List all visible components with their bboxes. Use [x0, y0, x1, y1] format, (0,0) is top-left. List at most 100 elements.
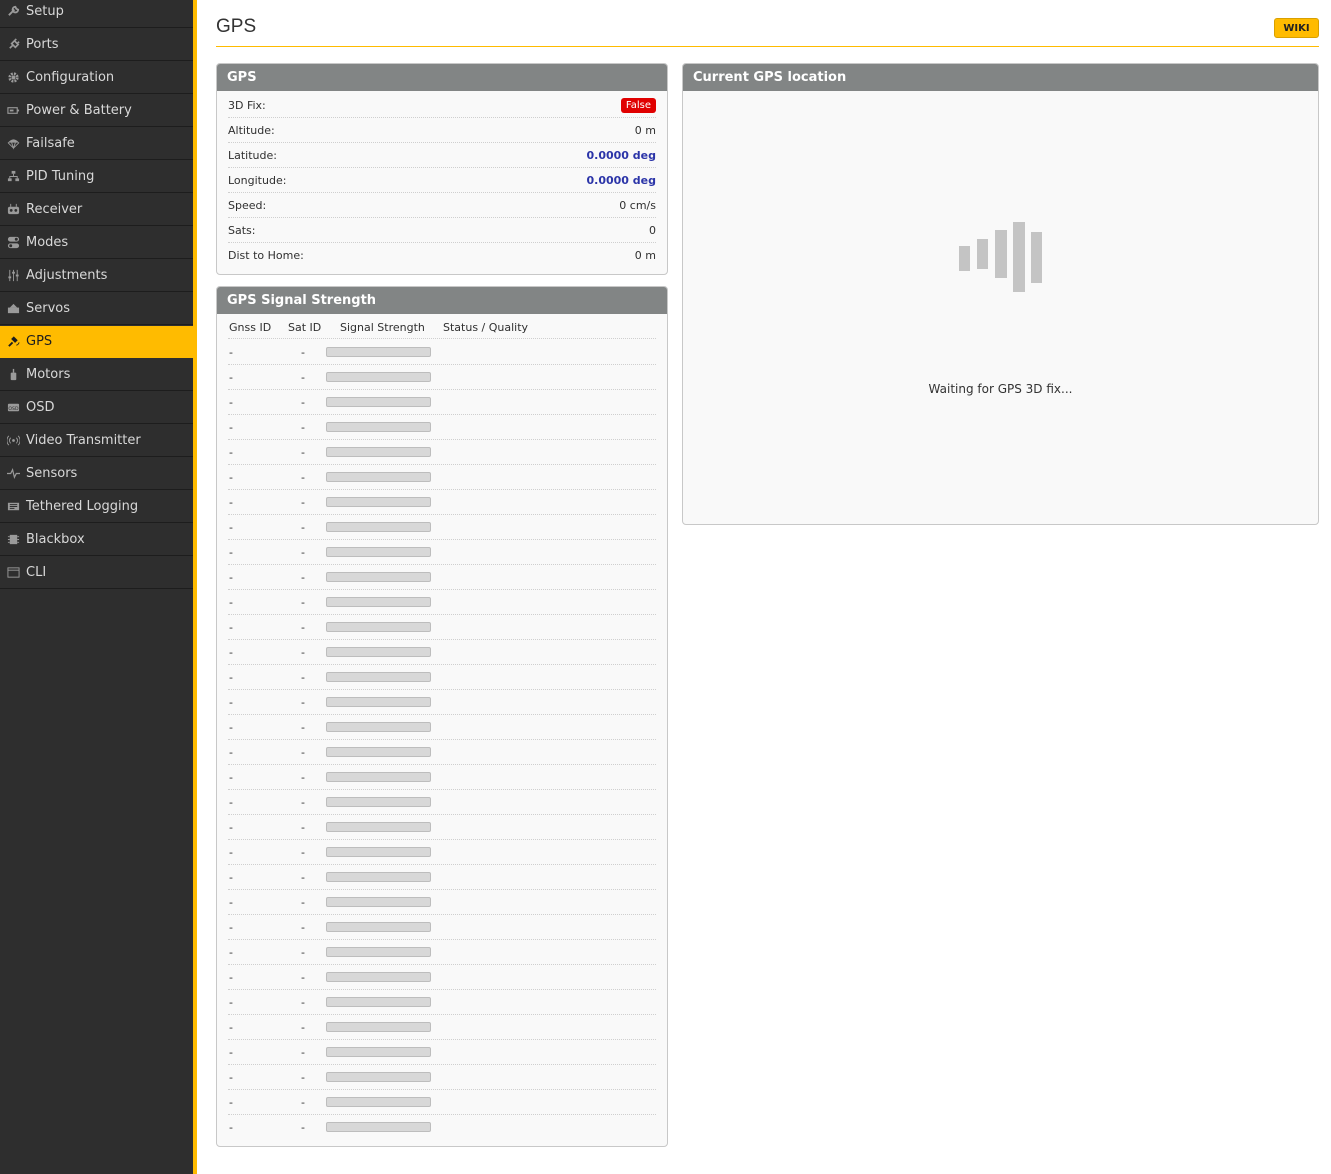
sidebar-item-video-transmitter[interactable]: Video Transmitter [0, 425, 193, 457]
gps-info-value: 0 m [634, 249, 656, 262]
gnss-id-cell: - [229, 846, 233, 859]
signal-panel-title: GPS Signal Strength [217, 287, 667, 314]
sidebar-item-ports[interactable]: Ports [0, 29, 193, 61]
gnss-id-cell: - [229, 971, 233, 984]
gps-info-panel: GPS 3D Fix: False Altitude: 0 m Latitude: 0.0… [216, 63, 668, 275]
gnss-id-cell: - [229, 471, 233, 484]
sidebar-item-servos[interactable]: Servos [0, 293, 193, 325]
sat-id-cell: - [301, 496, 305, 509]
signal-strength-bar [326, 797, 431, 807]
column-status-quality: Status / Quality [443, 321, 529, 334]
sidebar-item-failsafe[interactable]: Failsafe [0, 128, 193, 160]
signal-strength-bar [326, 972, 431, 982]
gps-info-label: Speed: [228, 198, 267, 212]
gps-info-label: 3D Fix: [228, 98, 266, 112]
gnss-id-cell: - [229, 446, 233, 459]
sat-id-cell: - [301, 671, 305, 684]
signal-strength-bar [326, 647, 431, 657]
motor-icon [6, 368, 20, 382]
svg-text:OSD: OSD [8, 406, 19, 412]
gnss-id-cell: - [229, 521, 233, 534]
sat-id-cell: - [301, 996, 305, 1009]
gps-info-label: Altitude: [228, 123, 275, 137]
sidebar-item-motors[interactable]: Motors [0, 359, 193, 391]
sat-id-cell: - [301, 421, 305, 434]
signal-table-row: -- [228, 1090, 656, 1115]
signal-strength-bar [326, 472, 431, 482]
sidebar-item-pid-tuning[interactable]: PID Tuning [0, 161, 193, 193]
sidebar-item-modes[interactable]: Modes [0, 227, 193, 259]
sidebar-item-label: GPS [26, 334, 53, 349]
gps-info-value: 0 cm/s [619, 198, 656, 212]
broadcast-icon [6, 434, 20, 448]
sidebar-item-power-battery[interactable]: Power & Battery [0, 95, 193, 127]
sidebar-item-label: Blackbox [26, 532, 85, 547]
gnss-id-cell: - [229, 896, 233, 909]
sat-id-cell: - [301, 571, 305, 584]
sat-id-cell: - [301, 896, 305, 909]
sidebar-item-label: Motors [26, 367, 71, 382]
sidebar-item-label: OSD [26, 400, 55, 415]
sidebar-item-receiver[interactable]: Receiver [0, 194, 193, 226]
satellite-icon [6, 335, 20, 349]
gnss-id-cell: - [229, 696, 233, 709]
sat-id-cell: - [301, 546, 305, 559]
signal-table-row: -- [228, 765, 656, 790]
signal-table-row: -- [228, 790, 656, 815]
sidebar-item-cli[interactable]: CLI [0, 557, 193, 589]
signal-strength-bar [326, 697, 431, 707]
servo-icon [6, 302, 20, 316]
signal-strength-bar [326, 822, 431, 832]
sat-id-cell: - [301, 946, 305, 959]
signal-table-row: -- [228, 340, 656, 365]
logging-icon [6, 500, 20, 514]
signal-strength-bar [326, 572, 431, 582]
sidebar-item-label: Tethered Logging [26, 499, 139, 514]
sidebar-item-tethered-logging[interactable]: Tethered Logging [0, 491, 193, 523]
signal-strength-bar [326, 747, 431, 757]
sidebar-item-adjustments[interactable]: Adjustments [0, 260, 193, 292]
signal-table-row: -- [228, 590, 656, 615]
gps-info-value: 0.0000 deg [586, 173, 657, 187]
gps-signal-strength-panel: GPS Signal Strength Gnss ID Sat ID Signa… [216, 286, 668, 1147]
signal-strength-bar [326, 1122, 431, 1132]
sidebar-item-configuration[interactable]: Configuration [0, 62, 193, 94]
parachute-icon [6, 137, 20, 151]
signal-strength-bar [326, 522, 431, 532]
sliders-icon [6, 269, 20, 283]
gps-info-value: 0.0000 deg [586, 148, 657, 162]
signal-table-row: -- [228, 490, 656, 515]
sat-id-cell: - [301, 721, 305, 734]
gps-info-row: Sats: 0 [228, 218, 656, 243]
sidebar-item-sensors[interactable]: Sensors [0, 458, 193, 490]
sidebar-item-blackbox[interactable]: Blackbox [0, 524, 193, 556]
signal-table-row: -- [228, 640, 656, 665]
signal-strength-bar [326, 872, 431, 882]
sat-id-cell: - [301, 521, 305, 534]
signal-table-row: -- [228, 615, 656, 640]
wrench-icon [6, 5, 20, 19]
sidebar-item-label: Setup [26, 4, 64, 19]
signal-strength-bar [326, 347, 431, 357]
gnss-id-cell: - [229, 1096, 233, 1109]
sidebar-item-label: Configuration [26, 70, 115, 85]
gnss-id-cell: - [229, 621, 233, 634]
sat-id-cell: - [301, 446, 305, 459]
sat-id-cell: - [301, 846, 305, 859]
sidebar-item-gps[interactable]: GPS [0, 326, 193, 358]
signal-table-row: -- [228, 740, 656, 765]
toggle-icon [6, 236, 20, 250]
sidebar-item-label: Failsafe [26, 136, 75, 151]
gps-info-label: Sats: [228, 223, 256, 237]
gnss-id-cell: - [229, 1021, 233, 1034]
sat-id-cell: - [301, 1096, 305, 1109]
gnss-id-cell: - [229, 671, 233, 684]
wiki-button[interactable]: WIKI [1274, 18, 1319, 38]
gear-icon [6, 71, 20, 85]
sat-id-cell: - [301, 646, 305, 659]
gps-panel-title: GPS [217, 64, 667, 91]
sidebar-item-osd[interactable]: OSD OSD [0, 392, 193, 424]
sidebar-item-setup[interactable]: Setup [0, 0, 193, 28]
signal-table-row: -- [228, 690, 656, 715]
gps-info-label: Longitude: [228, 173, 287, 187]
